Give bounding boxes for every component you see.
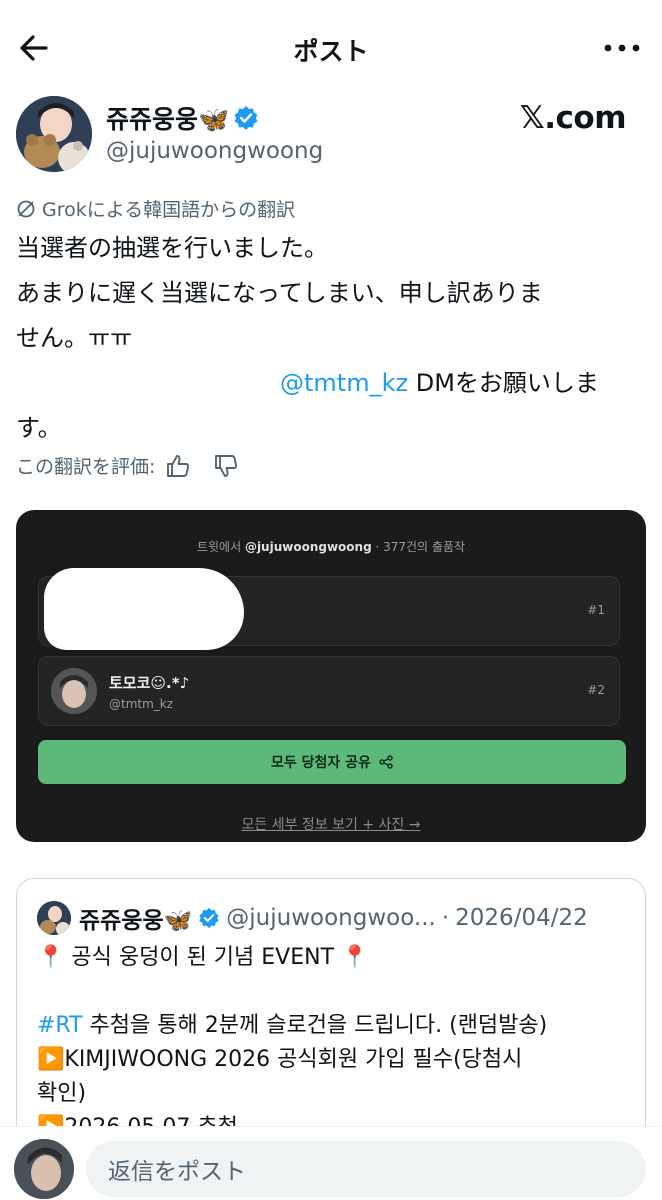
quoted-line-text: 추첨을 통해 2분께 슬로건을 드립니다. (랜덤발송) — [82, 1013, 548, 1038]
giveaway-results-card[interactable]: 트윗에서 @jujuwoongwoong · 377건의 출품작 #1 토모코☺… — [16, 510, 646, 842]
quoted-line: #RT 추첨을 통해 2분께 슬로건을 드립니다. (랜덤발송) — [37, 1009, 637, 1043]
post-line: せん。ㅠㅠ — [16, 324, 133, 352]
quoted-post[interactable]: 쥬쥬웅웅🦋 @jujuwoongwoo... · 2026/04/22 📍 공식… — [16, 878, 646, 1168]
winner-avatar — [51, 668, 97, 714]
card-header: 트윗에서 @jujuwoongwoong · 377건의 출품작 — [16, 538, 646, 555]
verified-badge-icon — [199, 907, 220, 929]
grok-icon — [17, 200, 35, 217]
reply-bar: 返信をポスト — [0, 1126, 662, 1200]
x-com-logo: 𝕏.com — [519, 100, 627, 136]
winner-name: 토모코☺︎.*♪ — [109, 674, 190, 692]
translation-note-text: Grokによる韓国語からの翻訳 — [42, 199, 296, 221]
post-text: 当選者の抽選を行いました。 あまりに遅く当選になってしまい、申し訳ありま せん。… — [16, 226, 646, 451]
quoted-author-name[interactable]: 쥬쥬웅웅🦋 — [79, 901, 192, 935]
post-line: あまりに遅く当選になってしまい、申し訳ありま — [16, 279, 543, 307]
post-line: 当選者の抽選を行いました。 — [16, 234, 328, 262]
post-line: @tmtm_kz DMをお願いしま — [16, 361, 646, 406]
more-options-button[interactable] — [602, 34, 642, 62]
more-icon — [604, 44, 640, 52]
current-user-avatar[interactable] — [14, 1139, 74, 1199]
meta-separator: · — [441, 905, 450, 931]
translation-note: Grokによる韓国語からの翻訳 — [16, 195, 295, 222]
share-button-label: 모두 당첨자 공유 — [271, 755, 371, 771]
quoted-post-text: 📍 공식 웅덩이 된 기념 EVENT 📍 #RT 추첨을 통해 2분께 슬로건… — [37, 941, 637, 1145]
avatar-photo — [16, 96, 92, 172]
post-line: す。 — [16, 414, 62, 442]
share-all-winners-button[interactable]: 모두 당첨자 공유 — [38, 740, 626, 784]
card-header-handle: @jujuwoongwoong — [244, 540, 372, 554]
winner-handle: @tmtm_kz — [109, 697, 174, 711]
winner-row[interactable]: 토모코☺︎.*♪ @tmtm_kz #2 — [38, 656, 620, 726]
card-header-count: · 377건의 출품작 — [371, 540, 466, 554]
quoted-blank-line — [37, 975, 637, 1009]
redaction-scribble — [44, 568, 244, 650]
quoted-line: 확인) — [37, 1081, 87, 1106]
winner-rank: #1 — [587, 603, 605, 617]
rate-translation-row: この翻訳を評価: — [16, 452, 239, 479]
author-avatar[interactable] — [16, 96, 92, 172]
quoted-author-handle: @jujuwoongwoo... — [226, 905, 436, 931]
quoted-author-avatar[interactable] — [37, 901, 71, 935]
page-title: ポスト — [293, 37, 369, 66]
reply-input[interactable]: 返信をポスト — [86, 1141, 646, 1197]
author-handle[interactable]: @jujuwoongwoong — [106, 138, 323, 164]
rate-translation-label: この翻訳を評価: — [16, 456, 156, 478]
quoted-line: ▶️KIMJIWOONG 2026 공식회원 가입 필수(당첨시 — [37, 1047, 523, 1072]
verified-badge-icon — [234, 106, 258, 130]
share-icon — [379, 755, 393, 769]
quoted-line: 📍 공식 웅덩이 된 기념 EVENT 📍 — [37, 945, 369, 970]
author-name[interactable]: 쥬쥬웅웅🦋 — [106, 100, 229, 136]
quoted-post-date: 2026/04/22 — [455, 905, 588, 931]
post-line-text: DMをお願いしま — [408, 369, 599, 397]
mention-link[interactable]: @tmtm_kz — [280, 369, 408, 397]
quoted-post-header: 쥬쥬웅웅🦋 @jujuwoongwoo... · 2026/04/22 — [79, 901, 588, 935]
winner-rank: #2 — [587, 683, 605, 697]
top-bar: ポスト — [0, 0, 662, 96]
author-name-row: 쥬쥬웅웅🦋 — [106, 100, 259, 136]
view-details-link[interactable]: 모든 세부 정보 보기 + 사진 → — [16, 814, 646, 834]
card-header-prefix: 트윗에서 — [196, 540, 245, 554]
thumbs-down-icon[interactable] — [213, 453, 239, 479]
thumbs-up-icon[interactable] — [165, 453, 191, 479]
hashtag-link[interactable]: #RT — [37, 1013, 83, 1038]
